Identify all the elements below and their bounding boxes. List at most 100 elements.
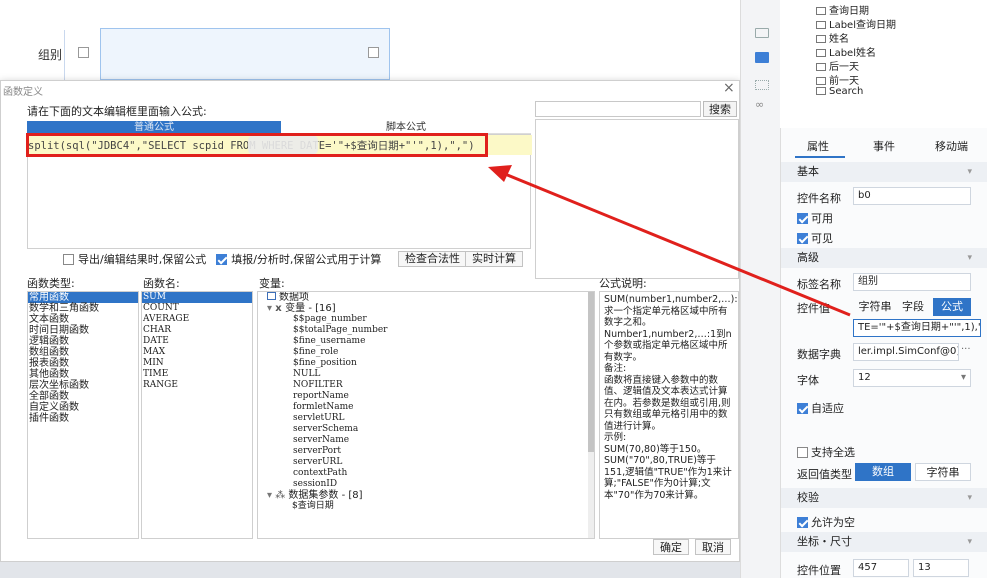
variable-item[interactable]: NOFILTER <box>292 380 594 391</box>
variable-item[interactable]: $fine_position <box>292 358 594 369</box>
autofit-row[interactable]: 自适应 <box>797 400 844 416</box>
variable-item[interactable]: serverName <box>292 435 594 446</box>
section-basic[interactable]: 基本 ▾ <box>781 162 987 182</box>
keep-fill-checkbox[interactable] <box>216 253 228 265</box>
function-type-item[interactable]: 文本函数 <box>28 314 138 325</box>
check-validity-button[interactable]: 检查合法性 <box>398 251 467 267</box>
select-all-checkbox[interactable] <box>797 446 808 458</box>
font-select[interactable]: 12 ▾ <box>853 369 971 387</box>
group-checkbox[interactable] <box>78 47 89 58</box>
variable-item[interactable]: $$page_number <box>292 314 594 325</box>
chevron-down-icon[interactable]: ▾ <box>967 488 972 508</box>
component-item[interactable]: 前一天 <box>816 72 859 87</box>
seg-field[interactable]: 字段 <box>895 298 931 316</box>
function-type-item[interactable]: 层次坐标函数 <box>28 380 138 391</box>
function-type-item[interactable]: 时间日期函数 <box>28 325 138 336</box>
chevron-down-icon[interactable]: ▾ <box>961 370 966 386</box>
variable-item[interactable]: $fine_username <box>292 336 594 347</box>
function-names-list[interactable]: SUM COUNT AVERAGE CHAR DATE MAX MIN TIME RANGE <box>141 291 253 539</box>
component-item[interactable]: Search <box>816 86 863 97</box>
function-name-item[interactable]: RANGE <box>142 380 252 391</box>
function-type-item[interactable]: 常用函数 <box>28 292 138 303</box>
layers-icon[interactable] <box>755 80 769 90</box>
component-item[interactable]: Label姓名 <box>816 44 876 59</box>
enabled-checkbox[interactable] <box>797 212 808 224</box>
seg-array[interactable]: 数组 <box>855 463 911 481</box>
variable-item[interactable]: servletURL <box>292 413 594 424</box>
layout-icon[interactable] <box>755 28 769 38</box>
function-type-item[interactable]: 报表函数 <box>28 358 138 369</box>
function-type-item[interactable]: 全部函数 <box>28 391 138 402</box>
chevron-down-icon[interactable]: ▾ <box>267 490 275 501</box>
seg-string[interactable]: 字符串 <box>855 298 895 316</box>
scrollbar[interactable] <box>588 292 594 538</box>
visible-checkbox[interactable] <box>797 232 808 244</box>
dict-input[interactable]: ler.impl.SimConf@0] <box>853 343 959 361</box>
search-input[interactable] <box>535 101 701 117</box>
component-item[interactable]: 后一天 <box>816 58 859 73</box>
variable-item[interactable]: serverPort <box>292 446 594 457</box>
variable-item[interactable]: $查询日期 <box>266 501 594 512</box>
function-type-item[interactable]: 数学和三角函数 <box>28 303 138 314</box>
allow-empty-checkbox[interactable] <box>797 516 808 528</box>
component-item[interactable]: 姓名 <box>816 30 849 45</box>
function-type-item[interactable]: 插件函数 <box>28 413 138 424</box>
section-validate[interactable]: 校验 ▾ <box>781 488 987 508</box>
name-input[interactable]: b0 <box>853 187 971 205</box>
select-all-row[interactable]: 支持全选 <box>797 444 855 460</box>
function-name-item[interactable]: MAX <box>142 347 252 358</box>
function-name-item[interactable]: MIN <box>142 358 252 369</box>
function-name-item[interactable]: DATE <box>142 336 252 347</box>
formula-value-input[interactable]: TE='"+$查询日期+"'",1),",") <box>853 319 981 337</box>
allow-empty-row[interactable]: 允许为空 <box>797 514 855 530</box>
function-name-item[interactable]: CHAR <box>142 325 252 336</box>
link-icon[interactable]: ∞ <box>755 98 764 111</box>
autofit-checkbox[interactable] <box>797 402 808 414</box>
keep-export-checkbox[interactable] <box>63 253 74 265</box>
function-type-item[interactable]: 其他函数 <box>28 369 138 380</box>
more-button[interactable]: ··· <box>961 344 971 355</box>
widget-icon[interactable] <box>755 52 769 63</box>
tree-node-variables[interactable]: ▾ x 变量 - [16] <box>266 303 594 314</box>
seg-formula[interactable]: 公式 <box>933 298 971 316</box>
tab-attributes[interactable]: 属性 <box>807 138 829 154</box>
variable-item[interactable]: contextPath <box>292 468 594 479</box>
tab-mobile[interactable]: 移动端 <box>935 138 968 154</box>
variable-item[interactable]: sessionID <box>292 479 594 490</box>
chevron-down-icon[interactable]: ▾ <box>267 303 275 314</box>
selected-widget[interactable] <box>100 28 390 80</box>
enabled-row[interactable]: 可用 <box>797 210 833 226</box>
scrollbar-thumb[interactable] <box>588 292 594 452</box>
function-name-item[interactable]: TIME <box>142 369 252 380</box>
group-checkbox-2[interactable] <box>368 47 379 58</box>
function-name-item[interactable]: AVERAGE <box>142 314 252 325</box>
component-item[interactable]: 查询日期 <box>816 2 869 17</box>
tree-node-dataset-params[interactable]: ▾ ⁂ 数据集参数 - [8] <box>266 490 594 501</box>
variable-item[interactable]: reportName <box>292 391 594 402</box>
realtime-calc-button[interactable]: 实时计算 <box>465 251 523 267</box>
cancel-button[interactable]: 取消 <box>695 539 731 555</box>
section-advanced[interactable]: 高级 ▾ <box>781 248 987 268</box>
variable-item[interactable]: serverSchema <box>292 424 594 435</box>
tag-input[interactable]: 组别 <box>853 273 971 291</box>
search-button[interactable]: 搜索 <box>703 101 737 117</box>
seg-return-string[interactable]: 字符串 <box>915 463 971 481</box>
ok-button[interactable]: 确定 <box>653 539 689 555</box>
chevron-down-icon[interactable]: ▾ <box>967 248 972 268</box>
variable-item[interactable]: $$totalPage_number <box>292 325 594 336</box>
variable-item[interactable]: serverURL <box>292 457 594 468</box>
chevron-down-icon[interactable]: ▾ <box>967 532 972 552</box>
variable-item[interactable]: formletName <box>292 402 594 413</box>
function-name-item[interactable]: COUNT <box>142 303 252 314</box>
component-item[interactable]: Label查询日期 <box>816 16 896 31</box>
function-name-item[interactable]: SUM <box>142 292 252 303</box>
pos-y-input[interactable]: 13 <box>913 559 969 577</box>
tab-events[interactable]: 事件 <box>873 138 895 154</box>
close-icon[interactable]: × <box>723 80 735 96</box>
variable-item[interactable]: $fine_role <box>292 347 594 358</box>
visible-row[interactable]: 可见 <box>797 230 833 246</box>
function-type-item[interactable]: 自定义函数 <box>28 402 138 413</box>
section-coordinates[interactable]: 坐标・尺寸 ▾ <box>781 532 987 552</box>
tree-node-dataitems[interactable]: 数据项 <box>266 292 594 303</box>
variables-tree[interactable]: 数据项 ▾ x 变量 - [16] $$page_number $$totalPa… <box>257 291 595 539</box>
